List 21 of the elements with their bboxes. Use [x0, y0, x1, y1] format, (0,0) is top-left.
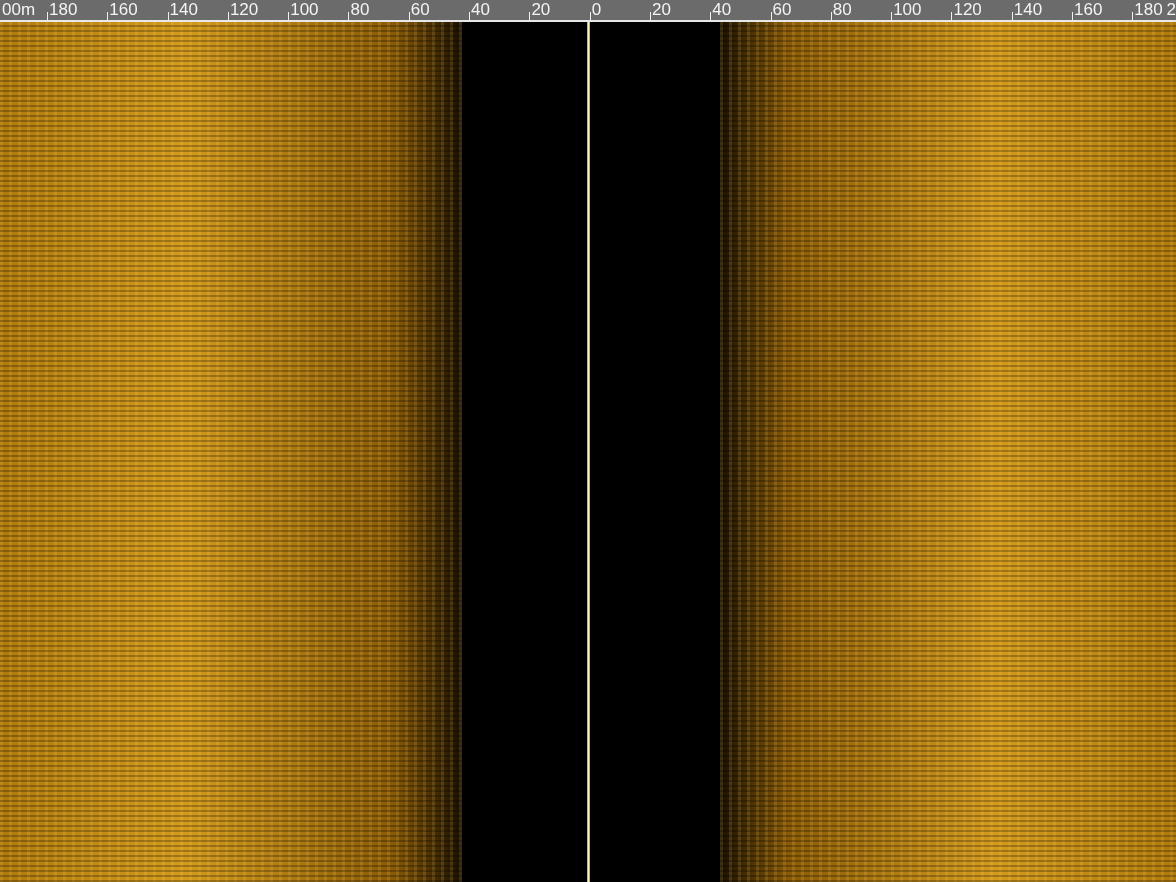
- ruler-label: 60: [410, 0, 430, 20]
- ruler-label: 100: [893, 0, 922, 20]
- ruler-label: 140: [1013, 0, 1043, 20]
- ruler-label: 180: [49, 0, 78, 20]
- ruler-label: 100: [290, 0, 319, 20]
- ruler-label: 20: [531, 0, 551, 20]
- ruler-label: 80: [832, 0, 852, 20]
- ruler-label: 80: [350, 0, 370, 20]
- ruler-label: 180: [1134, 0, 1163, 20]
- ruler-label: 120: [953, 0, 982, 20]
- ruler-label: 40: [471, 0, 490, 20]
- ruler-label: 60: [772, 0, 792, 20]
- ruler-label: 20: [651, 0, 671, 20]
- ruler-label: 120: [229, 0, 259, 20]
- ruler-label: 140: [169, 0, 198, 20]
- ruler-label: 0: [591, 0, 602, 20]
- ruler-label: 00m: [2, 0, 36, 20]
- ruler-label: 2: [1166, 0, 1176, 20]
- ruler-label: 160: [109, 0, 138, 20]
- ruler-label: 160: [1074, 0, 1103, 20]
- ruler-label: 40: [712, 0, 732, 20]
